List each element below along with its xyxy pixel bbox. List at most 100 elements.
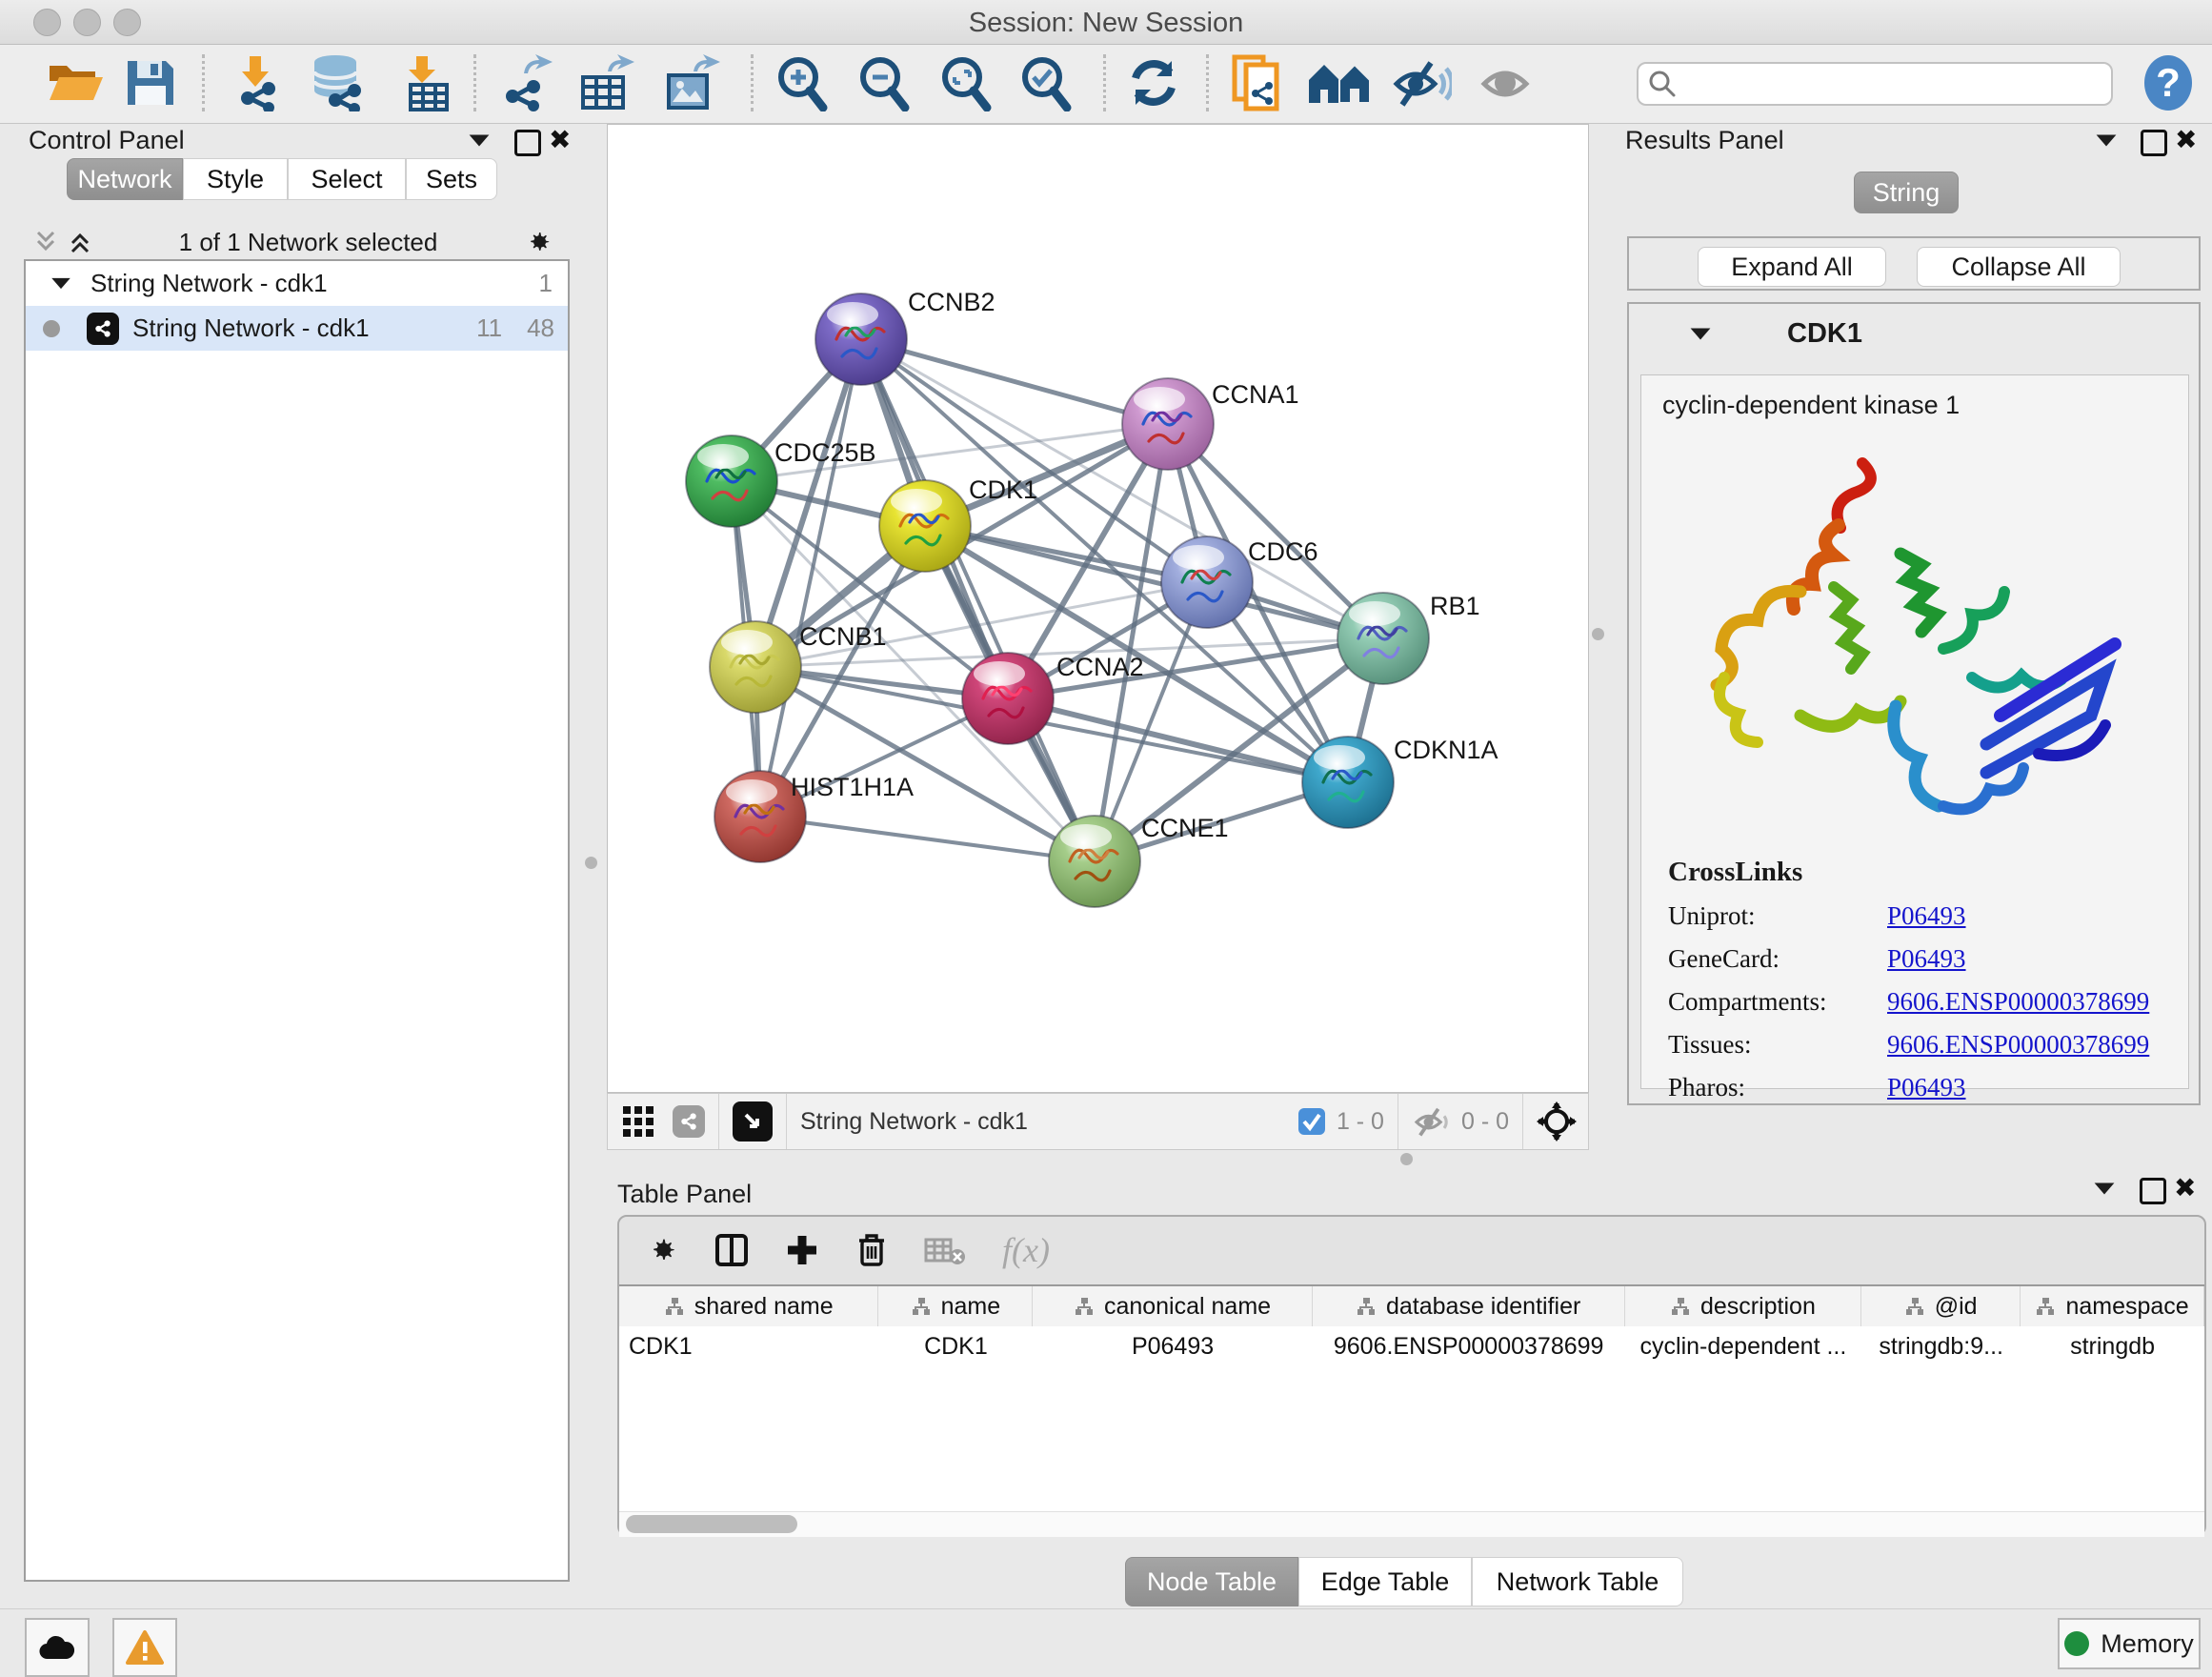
results-panel-menu-icon[interactable]	[2097, 135, 2117, 147]
table-panel-float-button[interactable]	[2140, 1178, 2166, 1204]
column-header-name[interactable]: name	[878, 1286, 1033, 1326]
tab-select[interactable]: Select	[288, 158, 406, 200]
table-cell[interactable]: P06493	[1033, 1326, 1312, 1366]
selected-checkbox-icon[interactable]	[1297, 1106, 1327, 1137]
show-columns-icon[interactable]	[714, 1233, 749, 1267]
table-cell[interactable]: CDK1	[878, 1326, 1033, 1366]
network-node-HIST1H1A[interactable]: HIST1H1A	[714, 771, 914, 862]
fit-content-crosshair-icon[interactable]	[1537, 1101, 1577, 1142]
column-header-description[interactable]: description	[1625, 1286, 1862, 1326]
network-overview-icon[interactable]	[673, 1105, 705, 1138]
tab-style[interactable]: Style	[183, 158, 288, 200]
column-header--id[interactable]: @id	[1861, 1286, 2021, 1326]
zoom-fit-button[interactable]	[937, 52, 993, 113]
expand-all-chevron-icon[interactable]	[68, 230, 92, 254]
network-row[interactable]: String Network - cdk1 11 48	[26, 306, 568, 351]
control-panel-close-button[interactable]: ✖	[549, 124, 571, 155]
grid-view-icon[interactable]	[621, 1104, 655, 1139]
refresh-view-button[interactable]	[1126, 52, 1181, 113]
table-cell[interactable]: 9606.ENSP00000378699	[1313, 1326, 1625, 1366]
results-panel-float-button[interactable]	[2141, 130, 2167, 156]
crosslink-link[interactable]: P06493	[1887, 901, 1966, 931]
tab-edge-table[interactable]: Edge Table	[1298, 1557, 1472, 1606]
memory-status-button[interactable]: Memory	[2058, 1618, 2201, 1669]
table-options-gear-icon[interactable]	[646, 1234, 678, 1266]
save-session-button[interactable]	[124, 52, 177, 113]
right-splitter-grip[interactable]	[1592, 628, 1604, 640]
hidden-eye-slash-icon[interactable]	[1412, 1105, 1454, 1138]
warning-status-button[interactable]	[112, 1618, 177, 1677]
collapse-all-button[interactable]: Collapse All	[1917, 247, 2121, 287]
zoom-out-button[interactable]	[855, 52, 911, 113]
network-node-CDK1[interactable]: CDK1	[879, 475, 1037, 572]
tab-string-results[interactable]: String	[1854, 172, 1959, 213]
zoom-selected-button[interactable]	[1017, 52, 1073, 113]
tab-sets[interactable]: Sets	[406, 158, 497, 200]
import-table-file-button[interactable]	[395, 52, 451, 113]
table-row[interactable]: CDK1CDK1P064939606.ENSP00000378699cyclin…	[619, 1326, 2204, 1366]
import-network-file-button[interactable]	[227, 52, 284, 113]
entry-expanded-triangle-icon[interactable]	[1691, 328, 1711, 339]
column-header-namespace[interactable]: namespace	[2021, 1286, 2204, 1326]
delete-trash-icon[interactable]	[855, 1232, 888, 1268]
column-header-shared-name[interactable]: shared name	[619, 1286, 878, 1326]
table-header-row: shared namenamecanonical namedatabase id…	[619, 1286, 2204, 1326]
network-node-CCNA1[interactable]: CCNA1	[1122, 378, 1299, 470]
control-panel-float-button[interactable]	[514, 130, 541, 156]
node-label-CDK1: CDK1	[969, 475, 1037, 504]
table-panel-menu-icon[interactable]	[2095, 1183, 2115, 1195]
table-cell[interactable]: cyclin-dependent ...	[1625, 1326, 1862, 1366]
collapse-all-chevron-icon[interactable]	[33, 230, 58, 254]
network-options-gear-icon[interactable]	[524, 228, 553, 256]
search-box[interactable]	[1637, 62, 2113, 106]
export-table-button[interactable]	[575, 52, 634, 113]
tab-node-table[interactable]: Node Table	[1125, 1557, 1298, 1606]
zoom-in-button[interactable]	[774, 52, 829, 113]
cloud-icon	[38, 1634, 76, 1661]
column-header-canonical-name[interactable]: canonical name	[1033, 1286, 1312, 1326]
status-bar	[0, 1608, 2212, 1672]
table-scrollbar-thumb[interactable]	[626, 1515, 797, 1533]
network-node-CDC25B[interactable]: CDC25B	[686, 435, 876, 527]
network-canvas[interactable]: CCNB2CCNA1CDC25BCDK1CDC6RB1CCNB1CCNA2CDK…	[607, 124, 1589, 1093]
table-cell[interactable]: CDK1	[619, 1326, 878, 1366]
help-button[interactable]: ?	[2142, 52, 2195, 113]
crosslink-link[interactable]: P06493	[1887, 944, 1966, 974]
results-panel-close-button[interactable]: ✖	[2175, 124, 2197, 155]
show-networks-home-button[interactable]	[1307, 52, 1372, 113]
cloud-status-button[interactable]	[25, 1618, 90, 1677]
search-input[interactable]	[1677, 70, 2101, 98]
hide-glyphs-button[interactable]	[1393, 52, 1452, 113]
string-network-graph[interactable]: CCNB2CCNA1CDC25BCDK1CDC6RB1CCNB1CCNA2CDK…	[608, 125, 1588, 1092]
network-edge-CCNB2-HIST1H1A[interactable]	[760, 339, 861, 817]
left-splitter-grip[interactable]	[585, 857, 597, 869]
clone-network-button[interactable]	[1231, 52, 1284, 113]
network-node-RB1[interactable]: RB1	[1337, 592, 1480, 684]
crosslink-link[interactable]: P06493	[1887, 1073, 1966, 1102]
network-node-CDKN1A[interactable]: CDKN1A	[1302, 736, 1498, 828]
add-column-plus-icon[interactable]	[785, 1233, 819, 1267]
group-expanded-triangle-icon[interactable]	[51, 278, 70, 289]
tab-network[interactable]: Network	[67, 158, 183, 200]
results-entry-header[interactable]: CDK1	[1629, 304, 2199, 363]
crosslink-link[interactable]: 9606.ENSP00000378699	[1887, 1030, 2149, 1060]
control-panel-menu-icon[interactable]	[470, 135, 490, 147]
table-panel-close-button[interactable]: ✖	[2174, 1172, 2196, 1203]
birds-eye-toggle-icon[interactable]	[733, 1101, 773, 1142]
show-glyphs-button[interactable]	[1478, 52, 1538, 113]
table-cell[interactable]: stringdb:9...	[1861, 1326, 2021, 1366]
column-header-database-identifier[interactable]: database identifier	[1313, 1286, 1625, 1326]
import-network-database-button[interactable]	[307, 52, 370, 113]
table-cell[interactable]: stringdb	[2021, 1326, 2204, 1366]
bottom-splitter-grip[interactable]	[1400, 1153, 1413, 1165]
network-group-row[interactable]: String Network - cdk1 1	[26, 261, 568, 306]
table-horizontal-scrollbar[interactable]	[619, 1511, 2204, 1537]
crosslink-link[interactable]: 9606.ENSP00000378699	[1887, 987, 2149, 1017]
expand-all-button[interactable]: Expand All	[1698, 247, 1886, 287]
open-session-button[interactable]	[46, 52, 105, 113]
control-panel-title: Control Panel	[29, 126, 185, 155]
export-image-button[interactable]	[661, 52, 720, 113]
network-edge-HIST1H1A-CCNE1[interactable]	[760, 817, 1095, 861]
export-network-button[interactable]	[495, 52, 553, 113]
tab-network-table[interactable]: Network Table	[1472, 1557, 1683, 1606]
